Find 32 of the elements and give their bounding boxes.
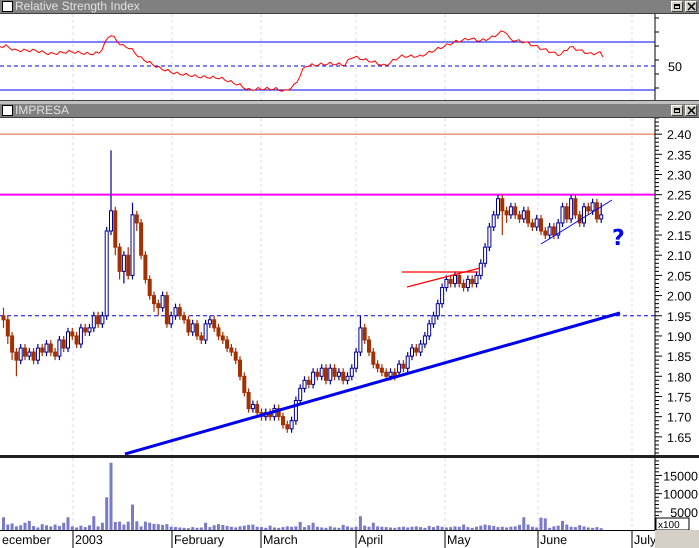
axis-label: 1.80	[667, 370, 692, 384]
annotation-text: ?	[612, 226, 625, 251]
date-label: ecember	[2, 533, 51, 547]
date-label: May	[447, 533, 471, 547]
axis-label: 2.00	[667, 290, 692, 304]
date-label: July	[634, 533, 656, 547]
axis-label: 1.65	[667, 430, 692, 445]
date-label: June	[540, 533, 568, 547]
date-label: April	[358, 533, 384, 547]
axis-label: 2.15	[667, 229, 692, 244]
axis-label: 2.30	[667, 168, 692, 182]
axis-label: 1.75	[667, 390, 692, 404]
axis-label: 2.35	[667, 148, 692, 162]
axis-label: 15000	[663, 469, 698, 484]
axis-label: 2.05	[667, 269, 692, 284]
axis-label: 1.95	[667, 310, 692, 324]
date-label: March	[263, 533, 298, 547]
axis-label: 1.85	[667, 350, 692, 364]
axis-label: 2.25	[667, 188, 692, 203]
axis-label: 1.90	[667, 330, 692, 344]
multiplier-label: x100	[656, 518, 690, 530]
axis-label: 2.10	[667, 249, 692, 264]
panel-title: IMPRESA	[15, 104, 70, 117]
date-label: February	[174, 533, 224, 547]
axis-label: 10000	[663, 488, 698, 502]
axis-label: 50	[668, 60, 682, 74]
axis-label: 5000	[670, 506, 698, 520]
date-label: 2003	[75, 533, 103, 547]
axis-label: 2.20	[667, 208, 692, 223]
panel-title: Relative Strength Index	[15, 0, 140, 13]
axis-label: 1.70	[667, 410, 692, 425]
axis-label: 2.40	[667, 128, 692, 142]
